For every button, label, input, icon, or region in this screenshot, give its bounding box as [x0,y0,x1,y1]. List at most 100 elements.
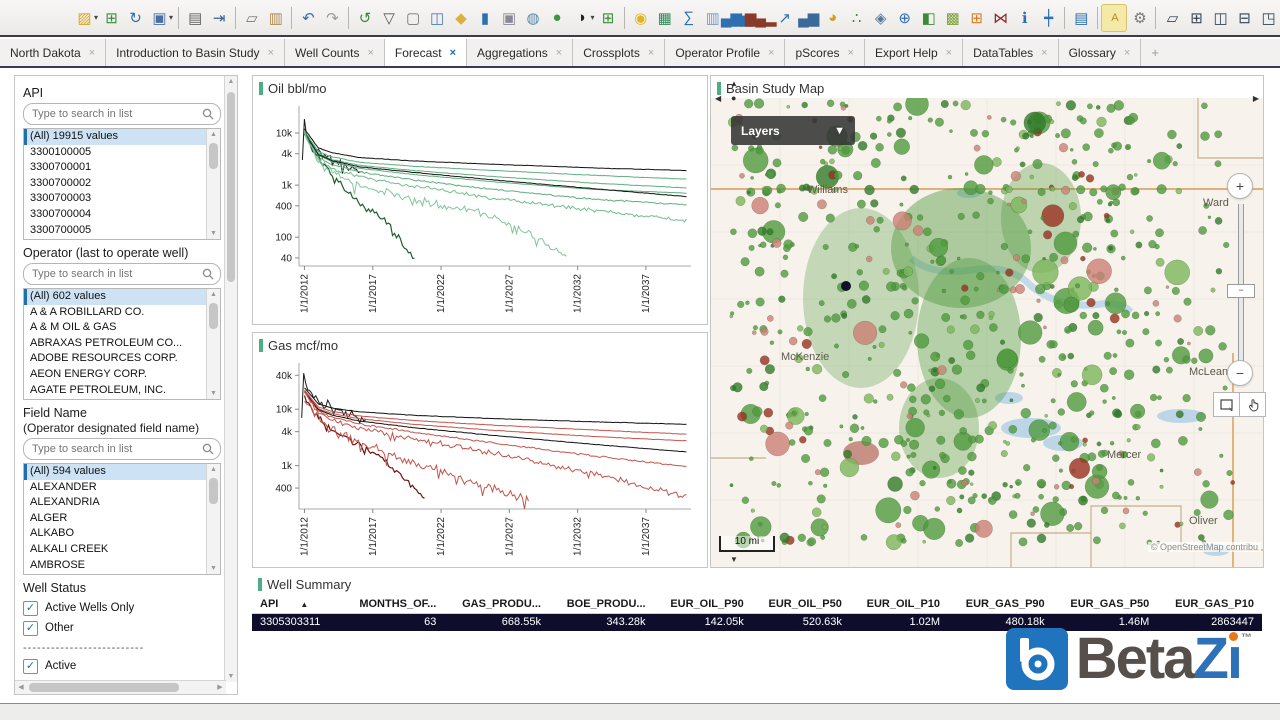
text-area-icon[interactable]: ▤ [1069,5,1093,31]
organize-visualizations-icon[interactable]: ◫ [425,5,449,31]
checkbox[interactable]: ✓ [23,659,38,674]
histogram-icon[interactable]: ▆▄▂ [748,5,772,31]
map-chart-icon[interactable]: ⊕ [892,5,916,31]
details-on-demand-icon[interactable]: ℹ [1012,5,1036,31]
pan-down-icon[interactable]: ▼ [730,555,738,564]
scroll-up-icon[interactable]: ▲ [207,464,220,475]
checkbox[interactable]: ✓ [23,621,38,636]
scroll-up-icon[interactable]: ▲ [225,76,237,87]
zoom-in-button[interactable]: + [1227,173,1253,199]
list-item[interactable]: ALKALI CREEK [24,542,207,558]
filter-listbox[interactable]: (All) 594 valuesALEXANDERALEXANDRIAALGER… [23,463,221,575]
comment-icon[interactable]: ● [545,5,569,31]
tab-crossplots[interactable]: Crossplots× [573,39,665,66]
scroll-down-icon[interactable]: ▼ [225,671,237,682]
contrast-icon[interactable]: ◑ [569,5,593,31]
column-header-months-of-[interactable]: MONTHS_OF... [342,596,444,614]
paste-icon[interactable]: ▥ [263,5,287,31]
list-item[interactable]: AGATE PETROLEUM, INC. [24,383,207,399]
pan-hand-tool[interactable] [1239,392,1266,417]
undo-icon[interactable]: ↶ [296,5,320,31]
search-input[interactable] [30,107,202,121]
web-links-icon[interactable]: ◍ [521,5,545,31]
reset-all-filters-icon[interactable]: ↺ [353,5,377,31]
list-item[interactable]: ALEXANDER [24,480,207,496]
scroll-down-icon[interactable]: ▼ [207,228,220,239]
trellis-grid-icon[interactable]: ⊞ [964,5,988,31]
tile-all-icon[interactable]: ⊞ [1184,5,1208,31]
list-item[interactable]: 3300700004 [24,207,207,223]
cascade-windows-icon[interactable]: ▱ [1160,5,1184,31]
scroll-right-icon[interactable]: ▶ [214,681,226,694]
marquee-select-icon[interactable]: ▢ [401,5,425,31]
tab-aggregations[interactable]: Aggregations× [467,39,573,66]
graphical-table-icon[interactable]: ▦ [652,5,676,31]
zoom-slider-handle[interactable]: − [1227,284,1255,298]
checkbox-row-other[interactable]: ✓Other [23,618,221,638]
tab-close-icon[interactable]: × [848,47,854,59]
list-item[interactable]: 3300700005 [24,223,207,239]
tags-icon[interactable]: ◆ [449,5,473,31]
scrollbar-thumb[interactable] [209,143,218,169]
list-item[interactable]: AEON ENERGY CORP. [24,367,207,383]
filter-listbox[interactable]: (All) 19915 values3300100005330070000133… [23,128,221,240]
scroll-down-icon[interactable]: ▼ [207,388,220,399]
tab-close-icon[interactable]: × [1124,47,1130,59]
tab-close-icon[interactable]: × [768,47,774,59]
list-item[interactable]: 3300100005 [24,145,207,161]
annotation-note-icon[interactable]: A [1101,4,1127,32]
list-item[interactable]: 3300700001 [24,160,207,176]
column-header-boe-produ-[interactable]: BOE_PRODU... [549,596,654,614]
tab-close-icon[interactable]: × [89,47,95,59]
layers-dropdown[interactable]: Layers ▼ [731,116,855,145]
filter-listbox[interactable]: (All) 602 valuesA & A ROBILLARD CO.A & M… [23,288,221,400]
summary-table-icon[interactable]: ∑ [676,5,700,31]
oil-chart-plot[interactable]: 10k4k1k400100401/1/20121/1/20171/1/20221… [253,98,705,324]
reload-data-icon[interactable]: ↻ [123,5,147,31]
rectangle-select-tool[interactable] [1213,392,1240,417]
filters-icon[interactable]: ▽ [377,5,401,31]
tab-pscores[interactable]: pScores× [785,39,864,66]
filter-panel-vertical-scrollbar[interactable]: ▲ ▼ [224,76,237,682]
document-properties-gear-icon[interactable]: ⚙ [1127,5,1151,31]
list-scrollbar[interactable]: ▲▼ [206,289,220,399]
scroll-up-icon[interactable]: ▲ [207,289,220,300]
tab-datatables[interactable]: DataTables× [963,39,1058,66]
tab-close-icon[interactable]: × [556,47,562,59]
treemap-icon[interactable]: ◧ [916,5,940,31]
column-header-api[interactable]: API▲ [252,596,342,614]
tab-close-icon[interactable]: × [367,47,373,59]
tile-horizontally-icon[interactable]: ⊟ [1232,5,1256,31]
scroll-down-icon[interactable]: ▼ [207,563,220,574]
list-item[interactable]: ALEXANDRIA [24,495,207,511]
list-item[interactable]: (All) 19915 values [24,129,207,145]
recommendations-lightbulb-icon[interactable]: ◉ [628,5,652,31]
bookmarks-icon[interactable]: ▮ [473,5,497,31]
search-input[interactable] [30,442,202,456]
tab-forecast[interactable]: Forecast× [385,39,467,66]
pan-up-icon[interactable]: ▲ [730,79,738,88]
filter-panel-horizontal-scrollbar[interactable]: ◀ ▶ [15,680,226,694]
checkbox[interactable]: ✓ [23,601,38,616]
list-item[interactable]: 3300700002 [24,176,207,192]
list-item[interactable]: AMBROSE [24,558,207,574]
list-item[interactable]: A & M OIL & GAS [24,320,207,336]
line-chart-icon[interactable]: ↗ [772,5,796,31]
heat-map-icon[interactable]: ▩ [940,5,964,31]
list-item[interactable]: (All) 594 values [24,464,207,480]
search-input[interactable] [30,267,202,281]
redo-icon[interactable]: ↷ [320,5,344,31]
pan-right-icon[interactable]: ▶ [1253,94,1259,103]
tab-glossary[interactable]: Glossary× [1059,39,1142,66]
checkbox-row-active-wells-only[interactable]: ✓Active Wells Only [23,598,221,618]
tab-well-counts[interactable]: Well Counts× [285,39,385,66]
list-item[interactable]: ABRAXAS PETROLEUM CO... [24,336,207,352]
tab-export-help[interactable]: Export Help× [865,39,963,66]
list-scrollbar[interactable]: ▲▼ [206,129,220,239]
open-file-icon[interactable]: ▨ [72,5,96,31]
pan-center-dot[interactable]: ● [731,93,736,103]
maximize-visualization-icon[interactable]: ◳ [1256,5,1280,31]
tab-close-icon[interactable]: × [1041,47,1047,59]
gas-chart-plot[interactable]: 40k10k4k1k4001/1/20121/1/20171/1/20221/1… [253,355,705,567]
list-item[interactable]: A & A ROBILLARD CO. [24,305,207,321]
